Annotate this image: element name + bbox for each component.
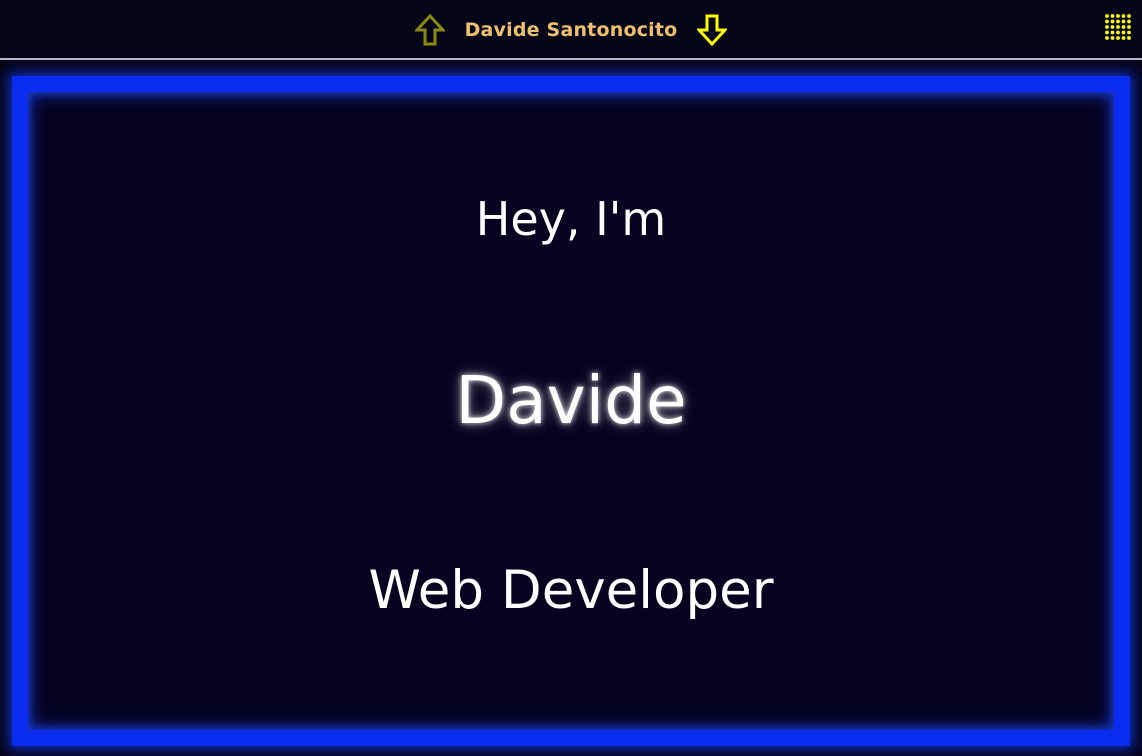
grid-menu-icon — [1105, 14, 1131, 40]
grid-dot — [1116, 36, 1120, 40]
grid-dot — [1105, 19, 1109, 24]
grid-dot — [1110, 25, 1115, 29]
grid-dot — [1105, 30, 1109, 35]
menu-grid-button[interactable] — [1104, 13, 1132, 41]
grid-dot — [1127, 19, 1131, 24]
arrow-down-icon — [697, 14, 728, 46]
grid-dot — [1110, 14, 1115, 18]
hero-role: Web Developer — [368, 560, 774, 621]
section-navigator: Davide Santonocito — [0, 0, 1142, 58]
hero-name: Davide — [455, 362, 687, 439]
grid-dot — [1121, 25, 1126, 29]
next-section-button[interactable] — [695, 13, 729, 47]
grid-dot — [1105, 36, 1109, 40]
grid-dot — [1121, 36, 1126, 40]
previous-section-button[interactable] — [413, 13, 447, 47]
grid-dot — [1110, 30, 1115, 35]
grid-dot — [1127, 30, 1131, 35]
top-navigation-bar: Davide Santonocito — [0, 0, 1142, 60]
hero-panel: Hey, I'm Davide Web Developer — [12, 76, 1130, 746]
grid-dot — [1116, 30, 1120, 35]
grid-dot — [1121, 30, 1126, 35]
grid-dot — [1127, 25, 1131, 29]
site-title[interactable]: Davide Santonocito — [465, 19, 678, 41]
grid-dot — [1110, 36, 1115, 40]
hero-greeting: Hey, I'm — [475, 192, 667, 246]
grid-dot — [1116, 19, 1120, 24]
grid-dot — [1121, 14, 1126, 18]
grid-dot — [1105, 25, 1109, 29]
grid-dot — [1127, 36, 1131, 40]
grid-dot — [1110, 19, 1115, 24]
grid-dot — [1121, 19, 1126, 24]
grid-dot — [1116, 14, 1120, 18]
grid-dot — [1116, 25, 1120, 29]
grid-dot — [1105, 14, 1109, 18]
grid-dot — [1127, 14, 1131, 18]
arrow-up-icon — [414, 14, 445, 46]
